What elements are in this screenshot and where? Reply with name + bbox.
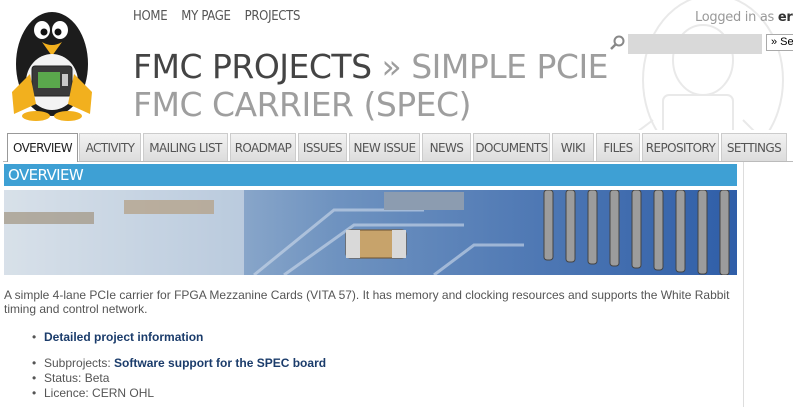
main-menu-tabs: OVERVIEW ACTIVITY MAILING LIST ROADMAP I…: [3, 133, 793, 162]
sidebar-divider: [743, 162, 744, 407]
detailed-info-link[interactable]: Detailed project information: [44, 330, 203, 344]
tab-repository[interactable]: REPOSITORY: [642, 133, 719, 161]
subprojects-label: Subprojects:: [44, 356, 111, 370]
tab-overview[interactable]: OVERVIEW: [7, 133, 78, 162]
page-title: FMC PROJECTS » SIMPLE PCIE FMC CARRIER (…: [133, 48, 633, 124]
project-attributes-list: Subprojects: Software support for the SP…: [32, 356, 326, 401]
penguin-logo[interactable]: [2, 4, 102, 122]
parent-project-link[interactable]: FMC PROJECTS: [133, 47, 372, 86]
tab-activity[interactable]: ACTIVITY: [79, 133, 141, 161]
subproject-link[interactable]: Software support for the SPEC board: [114, 356, 326, 370]
tab-issues[interactable]: ISSUES: [298, 133, 347, 161]
status-item: Status: Beta: [32, 371, 326, 386]
tab-settings[interactable]: SETTINGS: [721, 133, 787, 161]
tab-new-issue[interactable]: NEW ISSUE: [349, 133, 420, 161]
overview-heading: OVERVIEW: [4, 164, 737, 186]
header: HOME MY PAGE PROJECTS Logged in as erikv…: [0, 0, 793, 130]
logged-in-label: Logged in as: [695, 10, 774, 25]
tab-news[interactable]: NEWS: [422, 133, 471, 161]
title-separator: »: [381, 47, 402, 86]
pcb-banner-image: [4, 190, 737, 275]
list-item: Detailed project information: [32, 330, 203, 345]
my-page-link[interactable]: MY PAGE: [181, 9, 231, 24]
username-link[interactable]: erikvar: [778, 10, 793, 25]
search-input[interactable]: [628, 34, 762, 54]
project-description: A simple 4-lane PCIe carrier for FPGA Me…: [4, 288, 730, 316]
tab-mailing-list[interactable]: MAILING LIST: [143, 133, 228, 161]
home-link[interactable]: HOME: [133, 9, 168, 24]
top-menu: HOME MY PAGE PROJECTS: [133, 9, 314, 24]
list-item: Subprojects: Software support for the SP…: [32, 356, 326, 371]
licence-item: Licence: CERN OHL: [32, 386, 326, 401]
logged-in-status: Logged in as erikvar: [695, 10, 793, 25]
project-jump-select[interactable]: » Sele: [766, 34, 793, 51]
tab-wiki[interactable]: WIKI: [552, 133, 594, 161]
tab-roadmap[interactable]: ROADMAP: [230, 133, 296, 161]
tab-files[interactable]: FILES: [596, 133, 640, 161]
tab-documents[interactable]: DOCUMENTS: [473, 133, 550, 161]
project-info-list: Detailed project information: [32, 330, 203, 345]
projects-link[interactable]: PROJECTS: [245, 9, 301, 24]
